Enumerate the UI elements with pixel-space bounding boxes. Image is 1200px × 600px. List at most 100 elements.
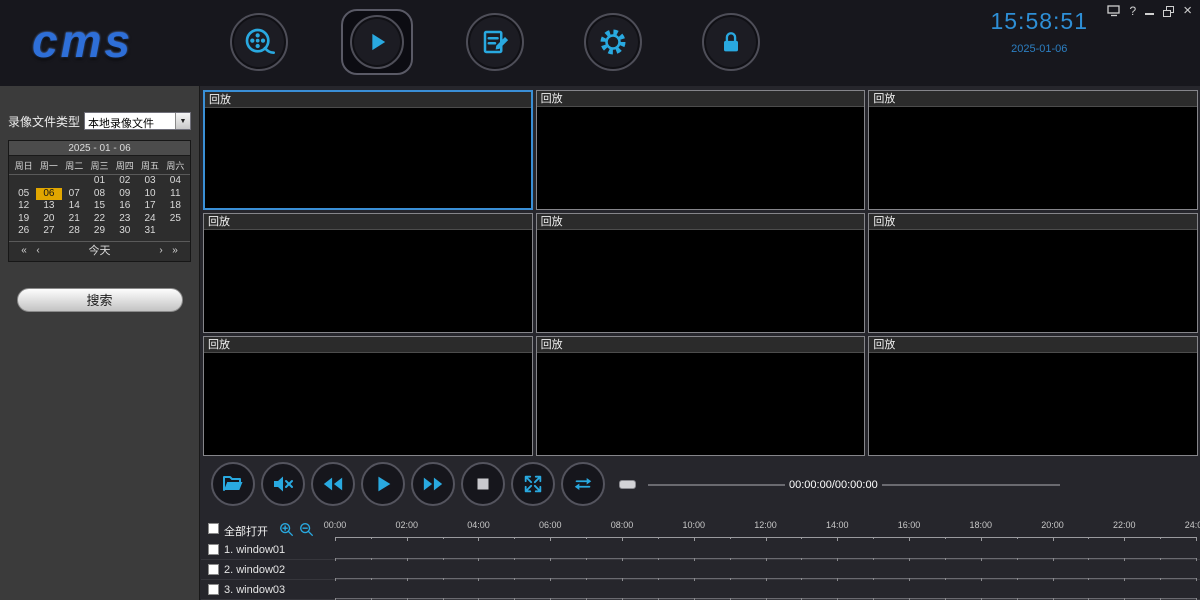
video-panel-body bbox=[869, 353, 1197, 455]
calendar-day[interactable]: 16 bbox=[112, 200, 137, 213]
video-panel[interactable]: 回放 bbox=[536, 213, 866, 333]
calendar-day[interactable]: 24 bbox=[137, 213, 162, 226]
calendar-days: 0102030405060708091011121314151617181920… bbox=[9, 175, 190, 238]
track-checkbox[interactable] bbox=[208, 544, 219, 555]
calendar-day[interactable]: 12 bbox=[11, 200, 36, 213]
next-year-button[interactable]: » bbox=[168, 245, 182, 256]
rewind-button[interactable] bbox=[311, 462, 355, 506]
calendar: 2025 - 01 - 06 周日周一周二周三周四周五周六 0102030405… bbox=[8, 140, 191, 262]
video-panel[interactable]: 回放 bbox=[536, 90, 866, 210]
stop-button[interactable] bbox=[461, 462, 505, 506]
calendar-day[interactable]: 08 bbox=[87, 188, 112, 201]
open-folder-button[interactable] bbox=[211, 462, 255, 506]
file-type-value: 本地录像文件 bbox=[85, 113, 175, 129]
panel-title-label: 回放 bbox=[873, 216, 895, 228]
close-button[interactable]: × bbox=[1183, 5, 1192, 17]
zoom-out-icon[interactable] bbox=[299, 522, 314, 537]
calendar-day[interactable]: 30 bbox=[112, 225, 137, 238]
panel-title-label: 回放 bbox=[873, 93, 895, 105]
panel-title-label: 回放 bbox=[541, 339, 563, 351]
loop-button[interactable] bbox=[561, 462, 605, 506]
calendar-day[interactable]: 15 bbox=[87, 200, 112, 213]
calendar-day[interactable]: 01 bbox=[87, 175, 112, 188]
video-panel[interactable]: 回放 bbox=[203, 336, 533, 456]
video-panel[interactable]: 回放 bbox=[868, 90, 1198, 210]
calendar-day[interactable]: 14 bbox=[62, 200, 87, 213]
play-icon bbox=[363, 28, 391, 56]
lock-button[interactable] bbox=[702, 13, 760, 71]
calendar-day[interactable]: 22 bbox=[87, 213, 112, 226]
video-panel-body bbox=[537, 230, 865, 332]
today-button[interactable]: 今天 bbox=[45, 242, 154, 258]
calendar-week-row: 12131415161718 bbox=[9, 200, 190, 213]
calendar-day[interactable]: 18 bbox=[163, 200, 188, 213]
top-bar: cms bbox=[0, 0, 1200, 86]
tray-monitor-icon[interactable] bbox=[1107, 5, 1121, 17]
calendar-day[interactable]: 17 bbox=[137, 200, 162, 213]
file-type-select[interactable]: 本地录像文件 ▼ bbox=[84, 112, 191, 130]
open-all-checkbox[interactable] bbox=[208, 523, 219, 534]
calendar-day[interactable]: 28 bbox=[62, 225, 87, 238]
video-panel[interactable]: 回放 bbox=[203, 213, 533, 333]
calendar-day[interactable]: 11 bbox=[163, 188, 188, 201]
calendar-day[interactable]: 07 bbox=[62, 188, 87, 201]
zoom-in-icon[interactable] bbox=[279, 522, 294, 537]
play-button[interactable] bbox=[361, 462, 405, 506]
calendar-day[interactable]: 23 bbox=[112, 213, 137, 226]
timeline-track-row: 2. window02 bbox=[201, 560, 1200, 580]
calendar-day[interactable]: 04 bbox=[163, 175, 188, 188]
tick-mark bbox=[873, 537, 874, 539]
calendar-day[interactable]: 31 bbox=[137, 225, 162, 238]
track-timeline[interactable] bbox=[335, 578, 1196, 579]
fast-forward-button[interactable] bbox=[411, 462, 455, 506]
track-checkbox[interactable] bbox=[208, 584, 219, 595]
calendar-day[interactable]: 09 bbox=[112, 188, 137, 201]
ruler-line bbox=[335, 537, 1196, 538]
nav-selected-frame bbox=[341, 9, 413, 75]
next-month-button[interactable]: › bbox=[154, 245, 168, 256]
video-grid: 回放回放回放回放回放回放回放回放回放 bbox=[203, 90, 1198, 456]
calendar-day[interactable]: 03 bbox=[137, 175, 162, 188]
track-timeline[interactable] bbox=[335, 558, 1196, 559]
search-button[interactable]: 搜索 bbox=[17, 288, 183, 312]
track-timeline[interactable] bbox=[335, 598, 1196, 599]
progress-handle[interactable] bbox=[619, 480, 636, 489]
minimize-button[interactable] bbox=[1145, 7, 1154, 15]
panel-title-bar: 回放 bbox=[205, 92, 531, 108]
calendar-day[interactable]: 21 bbox=[62, 213, 87, 226]
prev-year-button[interactable]: « bbox=[17, 245, 31, 256]
video-panel-body bbox=[537, 353, 865, 455]
calendar-day[interactable]: 25 bbox=[163, 213, 188, 226]
help-button[interactable]: ? bbox=[1130, 5, 1137, 17]
calendar-day[interactable]: 20 bbox=[36, 213, 61, 226]
restore-button[interactable] bbox=[1163, 6, 1174, 17]
mute-button[interactable] bbox=[261, 462, 305, 506]
video-panel[interactable]: 回放 bbox=[203, 90, 533, 210]
video-panel[interactable]: 回放 bbox=[536, 336, 866, 456]
tick-mark bbox=[730, 537, 731, 539]
rewind-icon bbox=[322, 473, 344, 495]
log-button[interactable] bbox=[466, 13, 524, 71]
calendar-day[interactable]: 29 bbox=[87, 225, 112, 238]
track-checkbox[interactable] bbox=[208, 564, 219, 575]
live-play-button[interactable] bbox=[350, 15, 404, 69]
calendar-day[interactable]: 06 bbox=[36, 188, 61, 201]
prev-month-button[interactable]: ‹ bbox=[31, 245, 45, 256]
calendar-day[interactable]: 26 bbox=[11, 225, 36, 238]
calendar-day[interactable]: 02 bbox=[112, 175, 137, 188]
calendar-day[interactable]: 10 bbox=[137, 188, 162, 201]
tick-mark bbox=[514, 537, 515, 539]
calendar-day[interactable]: 13 bbox=[36, 200, 61, 213]
video-panel-body bbox=[204, 353, 532, 455]
fullscreen-button[interactable] bbox=[511, 462, 555, 506]
video-panel[interactable]: 回放 bbox=[868, 336, 1198, 456]
calendar-day[interactable]: 05 bbox=[11, 188, 36, 201]
playback-files-button[interactable] bbox=[230, 13, 288, 71]
time-display: 00:00:00/00:00:00 bbox=[785, 478, 882, 492]
video-panel[interactable]: 回放 bbox=[868, 213, 1198, 333]
chevron-down-icon[interactable]: ▼ bbox=[175, 113, 190, 129]
settings-button[interactable] bbox=[584, 13, 642, 71]
calendar-day[interactable]: 19 bbox=[11, 213, 36, 226]
calendar-day[interactable]: 27 bbox=[36, 225, 61, 238]
calendar-weekday: 周二 bbox=[62, 159, 87, 172]
